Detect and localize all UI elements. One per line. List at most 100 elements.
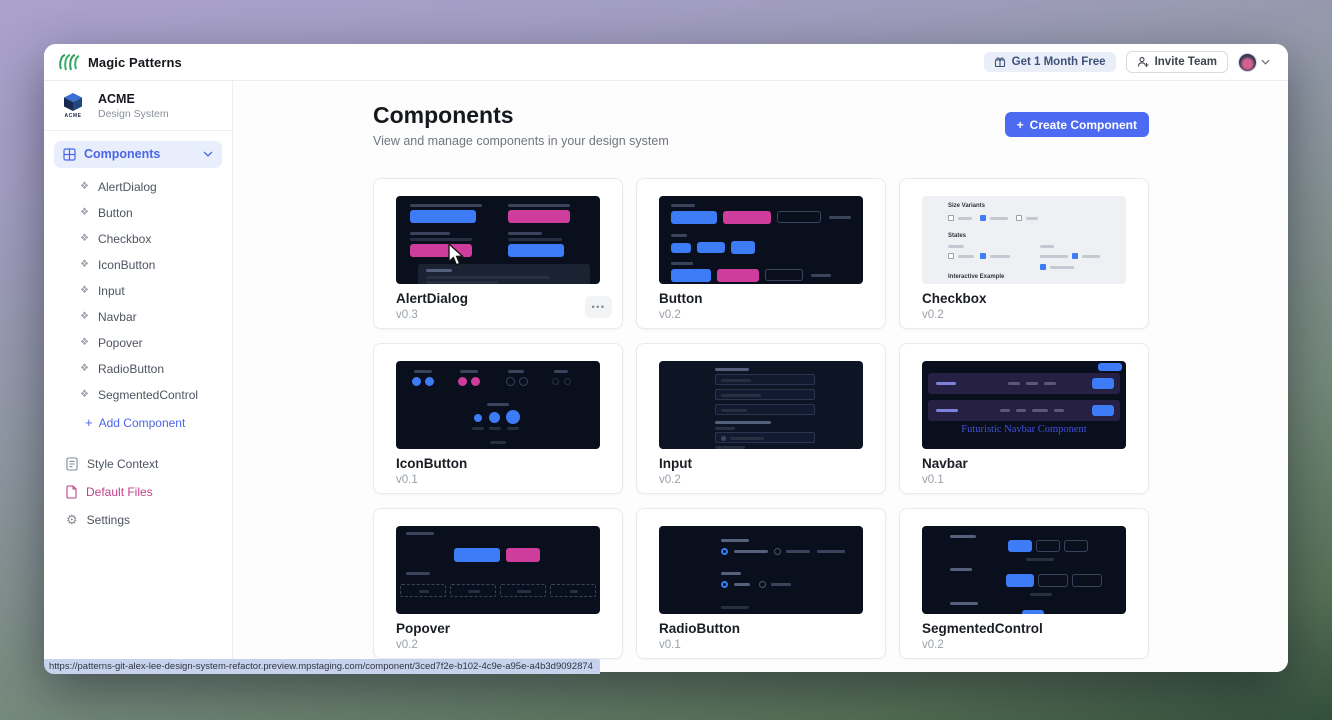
sidebar-item-settings[interactable]: ⚙ Settings [44,506,232,534]
component-icon: ❖ [80,312,89,322]
promo-button[interactable]: Get 1 Month Free [984,52,1116,72]
status-url-bar: https://patterns-git-alex-lee-design-sys… [44,659,600,674]
component-icon: ❖ [80,260,89,270]
org-info: ACME Design System [98,92,169,120]
component-icon: ❖ [80,182,89,192]
component-icon: ❖ [80,390,89,400]
sidebar-footer-links: Style Context Default Files ⚙ Settings [44,450,232,534]
sidebar-item-style-context[interactable]: Style Context [44,450,232,478]
card-title: IconButton [396,456,467,471]
card-version: v0.2 [922,639,944,651]
card-version: v0.2 [396,639,418,651]
sidebar-item-navbar[interactable]: ❖ Navbar [44,304,232,330]
plus-icon: + [1017,118,1024,132]
sidebar-item-label: Navbar [98,310,137,324]
card-version: v0.1 [922,474,944,486]
component-icon: ❖ [80,364,89,374]
sidebar-item-label: Checkbox [98,232,151,246]
component-card-button[interactable]: Button v0.2 [636,178,886,329]
ellipsis-icon: ••• [592,302,606,312]
magic-patterns-logo-icon [58,53,80,71]
component-card-radiobutton[interactable]: RadioButton v0.1 [636,508,886,659]
sidebar-item-alertdialog[interactable]: ❖ AlertDialog [44,174,232,200]
components-grid: AlertDialog v0.3 ••• [373,178,1149,659]
sidebar-item-default-files[interactable]: Default Files [44,478,232,506]
sidebar-item-label: Popover [98,336,143,350]
input-thumbnail [659,361,863,449]
card-more-button[interactable]: ••• [585,296,612,318]
sidebar-item-components[interactable]: Components [54,141,222,168]
card-title: Popover [396,621,450,636]
create-component-button[interactable]: + Create Component [1005,112,1149,137]
sidebar-item-segmentedcontrol[interactable]: ❖ SegmentedControl [44,382,232,408]
org-name: ACME [98,92,169,108]
sidebar-item-input[interactable]: ❖Input [44,278,232,304]
radiobutton-thumbnail [659,526,863,614]
top-bar: Magic Patterns Get 1 Month Free [44,44,1288,81]
org-switcher[interactable]: ACME ACME Design System [44,81,232,131]
page-title: Components [373,102,514,129]
checkbox-thumbnail: Size Variants States Interactive Example [922,196,1126,284]
page-subtitle: View and manage components in your desig… [373,134,669,148]
plus-icon: + [85,416,93,429]
topbar-actions: Get 1 Month Free Invite Team [984,51,1288,73]
component-card-segmentedcontrol[interactable]: SegmentedControl v0.2 [899,508,1149,659]
card-version: v0.2 [659,309,681,321]
sidebar-item-checkbox[interactable]: ❖ Checkbox [44,226,232,252]
sidebar-item-label: IconButton [98,258,155,272]
account-menu[interactable] [1238,53,1270,72]
invite-label: Invite Team [1155,56,1217,68]
card-version: v0.2 [922,309,944,321]
card-title: AlertDialog [396,291,468,306]
sidebar-item-radiobutton[interactable]: ❖ RadioButton [44,356,232,382]
card-version: v0.3 [396,309,418,321]
invite-team-button[interactable]: Invite Team [1126,51,1228,73]
card-title: RadioButton [659,621,740,636]
sidebar-item-label: SegmentedControl [98,388,198,402]
sidebar-item-button[interactable]: ❖Button [44,200,232,226]
sidebar-item-label: RadioButton [98,362,164,376]
sidebar-item-iconbutton[interactable]: ❖ IconButton [44,252,232,278]
promo-label: Get 1 Month Free [1012,56,1106,68]
add-component-button[interactable]: + Add Component [44,410,232,436]
popover-thumbnail [396,526,600,614]
app-window: Magic Patterns Get 1 Month Free [44,44,1288,672]
card-title: Button [659,291,702,306]
component-list: ❖ AlertDialog ❖Button ❖ Checkbox ❖ IconButt… [44,170,232,436]
component-card-popover[interactable]: Popover v0.2 [373,508,623,659]
sidebar-components-label: Components [84,147,160,161]
card-version: v0.2 [659,474,681,486]
card-title: Input [659,456,692,471]
settings-label: Settings [87,513,130,527]
card-version: v0.1 [659,639,681,651]
iconbutton-thumbnail [396,361,600,449]
sidebar-item-label: AlertDialog [98,180,157,194]
acme-logo-label: ACME [64,113,81,119]
component-icon: ❖ [80,234,89,244]
component-card-navbar[interactable]: Futuristic Navbar Component Navbar v0.1 [899,343,1149,494]
sidebar-item-label: Input [98,284,125,298]
style-context-label: Style Context [87,457,158,471]
navbar-thumb-text: Futuristic Navbar Component [922,424,1126,435]
acme-logo: ACME [58,92,88,119]
brand[interactable]: Magic Patterns [44,53,222,71]
chevron-down-icon [203,151,213,157]
file-icon [66,485,77,499]
component-card-iconbutton[interactable]: IconButton v0.1 [373,343,623,494]
add-component-label: Add Component [99,416,186,430]
component-card-input[interactable]: Input v0.2 [636,343,886,494]
button-thumbnail [659,196,863,284]
brand-name: Magic Patterns [88,55,182,70]
card-title: Checkbox [922,291,987,306]
component-card-checkbox[interactable]: Size Variants States Interactive Example [899,178,1149,329]
sidebar: ACME ACME Design System Components ❖ Aler… [44,81,233,672]
component-card-alertdialog[interactable]: AlertDialog v0.3 ••• [373,178,623,329]
navbar-thumbnail: Futuristic Navbar Component [922,361,1126,449]
chevron-down-icon [1261,59,1270,65]
sidebar-item-popover[interactable]: ❖Popover [44,330,232,356]
default-files-label: Default Files [86,485,153,499]
avatar [1238,53,1257,72]
gift-icon [994,56,1006,68]
person-plus-icon [1137,56,1149,68]
cube-icon [62,92,84,112]
